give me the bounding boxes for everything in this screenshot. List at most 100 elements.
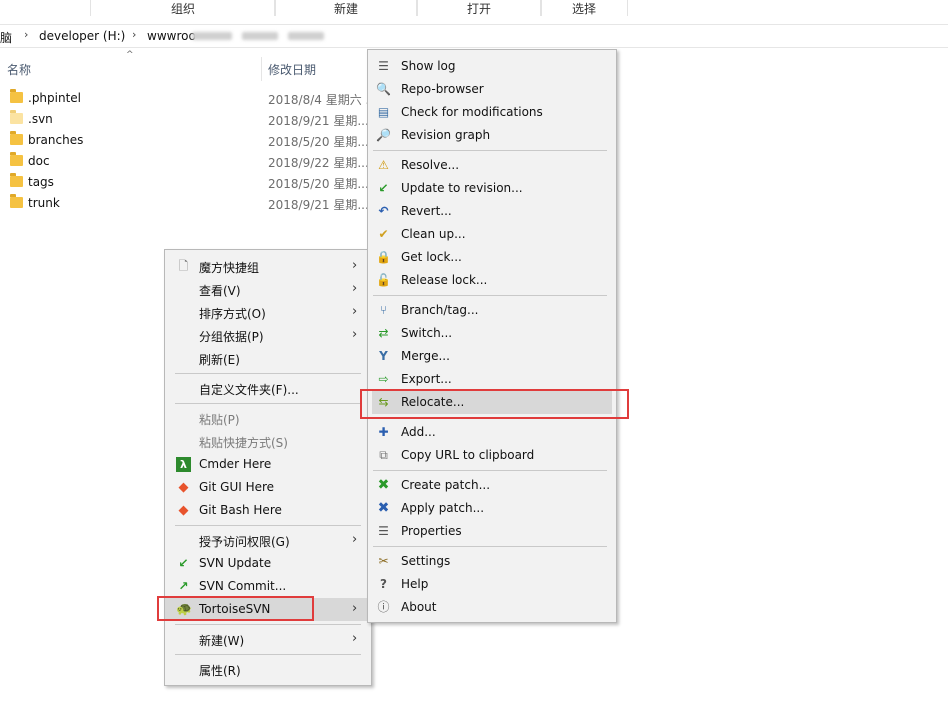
folder-icon xyxy=(10,110,23,124)
breadcrumb-this-pc[interactable]: 脑 xyxy=(0,29,12,46)
menu-item-resolve[interactable]: ⚠ Resolve... xyxy=(368,154,616,177)
ribbon-group-label: 打开 xyxy=(466,2,491,16)
page-icon: 🗋 xyxy=(178,259,189,273)
menu-item-new[interactable]: 新建(W) › xyxy=(165,628,371,651)
file-row[interactable]: doc 2018/9/22 星期... xyxy=(0,151,370,172)
menu-item-sort-by[interactable]: 排序方式(O) › xyxy=(165,301,371,324)
menu-item-settings[interactable]: ✂ Settings xyxy=(368,550,616,573)
menu-item-switch[interactable]: ⇄ Switch... xyxy=(368,322,616,345)
menu-item-revision-graph[interactable]: 🔎 Revision graph xyxy=(368,124,616,147)
menu-item-label: 授予访问权限(G) xyxy=(199,535,290,549)
menu-item-label: Show log xyxy=(401,59,456,73)
menu-separator xyxy=(175,654,361,655)
column-header-modified[interactable]: 修改日期 xyxy=(268,61,316,78)
menu-item-label: 查看(V) xyxy=(199,284,241,298)
menu-item-view[interactable]: 查看(V) › xyxy=(165,278,371,301)
chevron-right-icon: › xyxy=(352,304,358,319)
menu-item-label: 自定义文件夹(F)... xyxy=(199,383,299,397)
file-name: branches xyxy=(28,133,84,147)
menu-item-release-lock[interactable]: 🔓 Release lock... xyxy=(368,269,616,292)
menu-separator xyxy=(175,624,361,625)
chevron-right-icon[interactable]: › xyxy=(132,28,136,41)
menu-item-label: Copy URL to clipboard xyxy=(401,448,535,462)
menu-item-clean-up[interactable]: ✔ Clean up... xyxy=(368,223,616,246)
menu-item-merge[interactable]: Y Merge... xyxy=(368,345,616,368)
menu-item-apply-patch[interactable]: ✖ Apply patch... xyxy=(368,497,616,520)
menu-item-export[interactable]: ⇨ Export... xyxy=(368,368,616,391)
export-icon: ⇨ xyxy=(378,372,389,386)
menu-item-paste[interactable]: 粘贴(P) xyxy=(165,407,371,430)
ribbon-group-label: 选择 xyxy=(571,2,596,16)
menu-item-svn-update[interactable]: ↙ SVN Update xyxy=(165,552,371,575)
menu-item-git-bash-here[interactable]: ◆ Git Bash Here xyxy=(165,499,371,522)
address-bar[interactable]: 脑 › developer (H:) › wwwroo xyxy=(0,24,948,48)
menu-item-label: Update to revision... xyxy=(401,181,523,195)
git-icon: ◆ xyxy=(178,503,189,518)
file-name: doc xyxy=(28,154,50,168)
menu-item-label: 粘贴快捷方式(S) xyxy=(199,436,288,450)
menu-item-refresh[interactable]: 刷新(E) xyxy=(165,347,371,370)
column-divider[interactable] xyxy=(261,57,262,81)
ribbon-group-label: 新建 xyxy=(333,2,358,16)
folder-icon xyxy=(10,194,23,208)
menu-item-svn-commit[interactable]: ↗ SVN Commit... xyxy=(165,575,371,598)
menu-item-help[interactable]: ? Help xyxy=(368,573,616,596)
file-row[interactable]: trunk 2018/9/21 星期... xyxy=(0,193,370,214)
file-row[interactable]: tags 2018/5/20 星期... xyxy=(0,172,370,193)
menu-item-customize-folder[interactable]: 自定义文件夹(F)... xyxy=(165,377,371,400)
breadcrumb-folder[interactable]: wwwroo xyxy=(147,29,196,43)
menu-item-revert[interactable]: ↶ Revert... xyxy=(368,200,616,223)
copy-url-icon: ⧉ xyxy=(379,448,388,462)
file-row[interactable]: .phpintel 2018/8/4 星期六 ... xyxy=(0,88,377,109)
tortoisesvn-submenu: ☰ Show log 🔍 Repo-browser ▤ Check for mo… xyxy=(367,49,617,623)
menu-item-add[interactable]: ✚ Add... xyxy=(368,421,616,444)
menu-item-git-gui-here[interactable]: ◆ Git GUI Here xyxy=(165,476,371,499)
menu-item-update-to-revision[interactable]: ↙ Update to revision... xyxy=(368,177,616,200)
menu-item-label: 分组依据(P) xyxy=(199,330,264,344)
menu-item-paste-shortcut[interactable]: 粘贴快捷方式(S) xyxy=(165,430,371,453)
menu-item-check-for-modifications[interactable]: ▤ Check for modifications xyxy=(368,101,616,124)
file-name: .svn xyxy=(28,112,53,126)
menu-item-repo-browser[interactable]: 🔍 Repo-browser xyxy=(368,78,616,101)
menu-item-show-log[interactable]: ☰ Show log xyxy=(368,55,616,78)
menu-item-group-by[interactable]: 分组依据(P) › xyxy=(165,324,371,347)
check-modifications-icon: ▤ xyxy=(377,105,390,119)
file-row[interactable]: .svn 2018/9/21 星期... xyxy=(0,109,370,130)
menu-item-label: Add... xyxy=(401,425,436,439)
redacted-path xyxy=(242,32,278,40)
redacted-path xyxy=(192,32,232,40)
menu-item-label: Create patch... xyxy=(401,478,491,492)
menu-item-create-patch[interactable]: ✖ Create patch... xyxy=(368,474,616,497)
menu-item-label: SVN Commit... xyxy=(199,579,287,593)
menu-item-properties[interactable]: 属性(R) xyxy=(165,658,371,681)
menu-item-label: Clean up... xyxy=(401,227,466,241)
repo-browser-icon: 🔍 xyxy=(376,82,391,96)
lock-icon: 🔒 xyxy=(376,250,391,264)
menu-item-give-access[interactable]: 授予访问权限(G) › xyxy=(165,529,371,552)
file-date: 2018/8/4 星期六 ... xyxy=(268,93,377,107)
menu-item-about[interactable]: ⓘ About xyxy=(368,596,616,619)
file-name: trunk xyxy=(28,196,60,210)
menu-item-label: 魔方快捷组 xyxy=(199,261,260,275)
menu-item-label: Revision graph xyxy=(401,128,491,142)
menu-item-label: 刷新(E) xyxy=(199,353,240,367)
menu-item-label: 属性(R) xyxy=(199,664,241,678)
column-header-name[interactable]: 名称 xyxy=(7,61,31,78)
menu-item-copy-url[interactable]: ⧉ Copy URL to clipboard xyxy=(368,444,616,467)
menu-item-label: SVN Update xyxy=(199,556,272,570)
folder-icon xyxy=(10,152,23,166)
menu-item-magic-shortcut-group[interactable]: 🗋 魔方快捷组 › xyxy=(165,255,371,278)
chevron-right-icon[interactable]: › xyxy=(24,28,28,41)
unlock-icon: 🔓 xyxy=(376,273,391,287)
menu-item-cmder-here[interactable]: λ Cmder Here xyxy=(165,453,371,476)
menu-item-properties[interactable]: ☰ Properties xyxy=(368,520,616,543)
apply-patch-icon: ✖ xyxy=(377,500,390,516)
update-revision-icon: ↙ xyxy=(378,181,389,195)
file-row[interactable]: branches 2018/5/20 星期... xyxy=(0,130,370,151)
add-icon: ✚ xyxy=(378,425,389,439)
menu-item-get-lock[interactable]: 🔒 Get lock... xyxy=(368,246,616,269)
menu-item-branch-tag[interactable]: ⑂ Branch/tag... xyxy=(368,299,616,322)
breadcrumb-drive[interactable]: developer (H:) xyxy=(39,29,125,43)
menu-item-label: Release lock... xyxy=(401,273,488,287)
highlight-box-tortoisesvn xyxy=(157,596,314,621)
